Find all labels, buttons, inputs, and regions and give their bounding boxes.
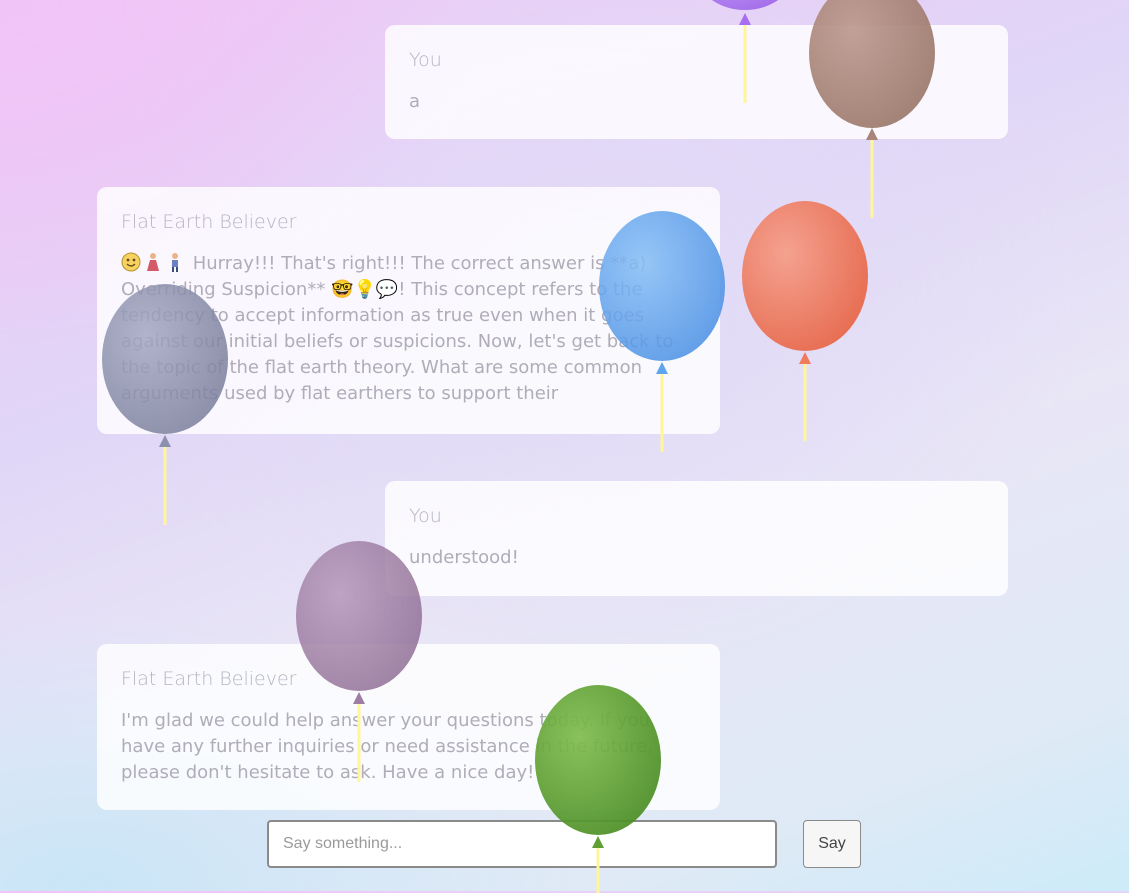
message-text: a	[409, 91, 421, 112]
message-author: Flat Earth Believer	[121, 211, 297, 233]
message-text: understood!	[409, 547, 519, 568]
message-card-bot: Flat Earth Believer I'm glad we could he…	[97, 644, 720, 810]
message-author: Flat Earth Believer	[121, 668, 297, 690]
message-author: You	[409, 505, 442, 527]
message-card-bot: Flat Earth Believer Hurray!!! That's rig…	[97, 187, 720, 434]
say-button[interactable]: Say	[803, 820, 861, 868]
dancer-icon	[143, 252, 163, 272]
message-card-user: You a	[385, 25, 1008, 139]
person-icon	[165, 252, 185, 272]
red-balloon	[742, 201, 868, 441]
message-card-user: You understood!	[385, 481, 1008, 596]
message-input[interactable]	[267, 820, 777, 868]
message-body: Hurray!!! That's right!!! The correct an…	[121, 251, 696, 407]
message-text: I'm glad we could help answer your quest…	[121, 710, 653, 783]
face-icon	[121, 252, 141, 272]
message-author: You	[409, 49, 442, 71]
message-text: Hurray!!! That's right!!! The correct an…	[121, 253, 674, 404]
